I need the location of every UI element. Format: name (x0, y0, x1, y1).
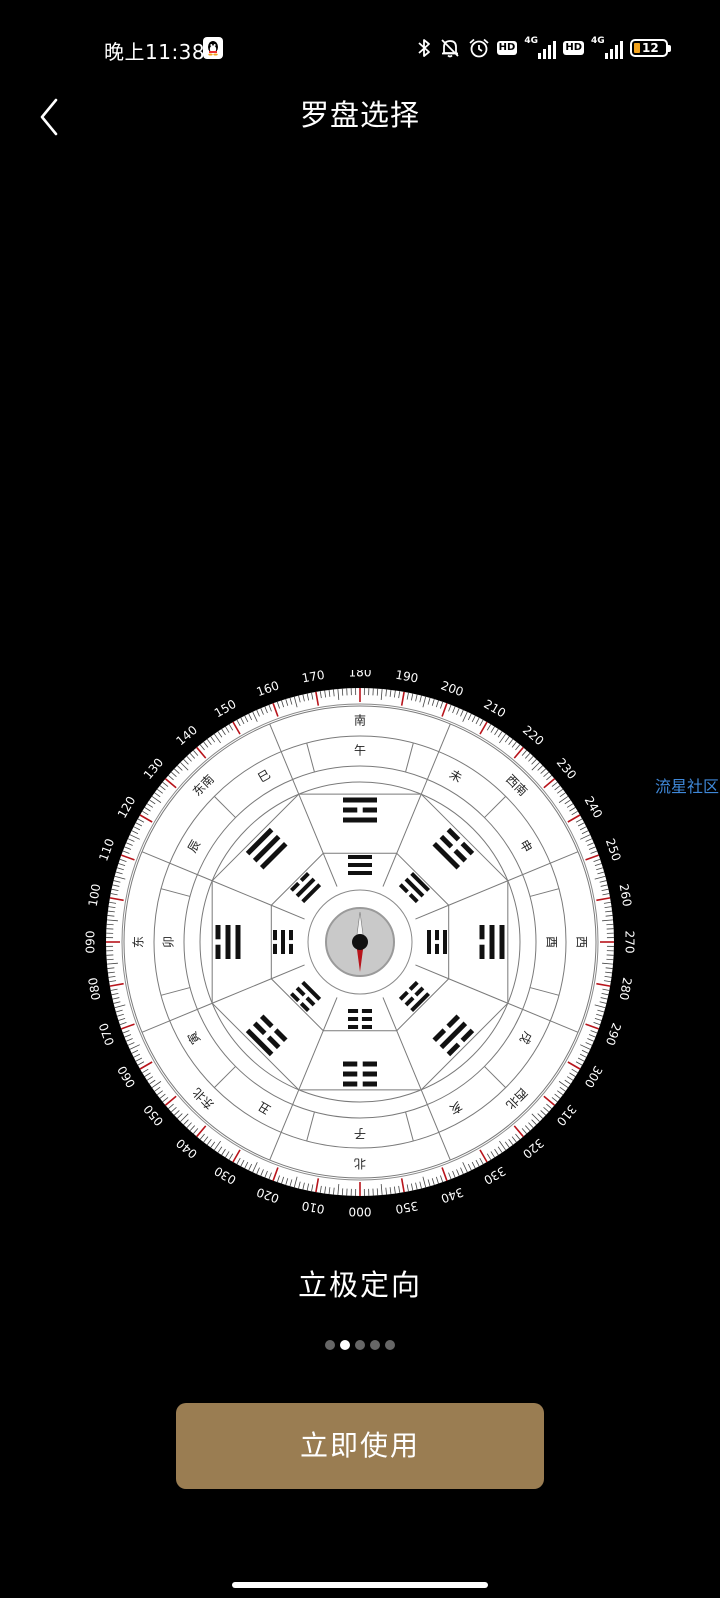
degree-label: 120 (115, 794, 139, 821)
signal-4g-icon: 4G (591, 36, 623, 59)
degree-label: 230 (554, 755, 579, 782)
alarm-icon (469, 38, 489, 58)
degree-label: 130 (141, 755, 166, 782)
degree-label: 300 (582, 1063, 606, 1090)
page-dot[interactable] (385, 1340, 395, 1350)
compass-caption: 立极定向 (297, 1268, 422, 1302)
home-indicator[interactable] (232, 1582, 488, 1588)
degree-label: 050 (141, 1102, 166, 1129)
degree-label: 340 (439, 1185, 465, 1206)
battery-level-fill (634, 43, 640, 53)
battery-level: 12 (642, 41, 659, 55)
degree-label: 330 (481, 1164, 508, 1188)
hd-icon: HD (563, 41, 584, 55)
bluetooth-icon (418, 39, 430, 57)
page-title: 罗盘选择 (299, 98, 420, 132)
page-dot[interactable] (355, 1340, 365, 1350)
hd-icon: HD (496, 41, 518, 55)
page-dot[interactable] (325, 1340, 335, 1350)
page-dot[interactable] (370, 1340, 380, 1350)
degree-label: 110 (96, 837, 117, 863)
degree-label: 140 (173, 723, 200, 748)
branch-label: 酉 (545, 936, 559, 948)
degree-label: 350 (394, 1199, 419, 1217)
degree-label: 010 (301, 1199, 326, 1217)
branch-label: 卯 (162, 936, 176, 948)
degree-label: 020 (255, 1185, 281, 1206)
degree-label: 000 (349, 1205, 372, 1219)
degree-label: 220 (520, 723, 547, 748)
page-indicator[interactable] (0, 1340, 720, 1350)
branch-label: 午 (354, 744, 366, 758)
degree-label: 030 (212, 1164, 239, 1188)
degree-label: 250 (603, 837, 624, 863)
degree-label: 180 (349, 670, 372, 680)
direction-label: 南 (354, 713, 366, 728)
degree-label: 270 (623, 931, 637, 954)
degree-label: 080 (86, 976, 104, 1001)
degree-label: 290 (603, 1021, 624, 1047)
needle-pivot (352, 934, 368, 950)
degree-label: 100 (86, 883, 104, 908)
direction-label: 东 (132, 936, 146, 948)
direction-label: 北 (354, 1157, 366, 1171)
qq-icon (203, 37, 223, 59)
battery-icon: 12 (630, 39, 671, 57)
nav-bar: 罗盘选择 (0, 80, 720, 144)
bell-off-icon (441, 39, 459, 58)
signal-4g-icon: 4G (524, 36, 557, 59)
degree-label: 200 (439, 678, 465, 699)
degree-label: 210 (481, 697, 508, 721)
inner-trigram (348, 855, 372, 875)
luopan-compass[interactable]: 000 010 020 030 040 050 060 070 080 090 100 110 120 1… (80, 666, 640, 1230)
degree-label: 190 (394, 670, 419, 685)
status-time: 晚上11:38 (104, 40, 206, 64)
direction-label: 西 (575, 936, 589, 948)
degree-label: 060 (115, 1063, 139, 1090)
degree-label: 240 (582, 794, 606, 821)
watermark: 流星社区 (655, 777, 720, 796)
degree-label: 160 (255, 678, 281, 699)
degree-label: 320 (520, 1136, 547, 1161)
degree-label: 310 (554, 1102, 579, 1129)
degree-label: 170 (301, 670, 326, 685)
degree-label: 280 (617, 976, 635, 1001)
degree-label: 070 (96, 1021, 117, 1047)
degree-label: 090 (84, 931, 98, 954)
page-dot-active[interactable] (340, 1340, 350, 1350)
degree-label: 260 (617, 883, 635, 908)
compass-dial: 0000100200300400500600700800901001101201… (84, 666, 637, 1219)
degree-label: 040 (173, 1136, 200, 1161)
branch-label: 子 (354, 1127, 366, 1141)
use-now-button[interactable]: 立即使用 (176, 1403, 544, 1489)
degree-label: 150 (212, 697, 239, 721)
